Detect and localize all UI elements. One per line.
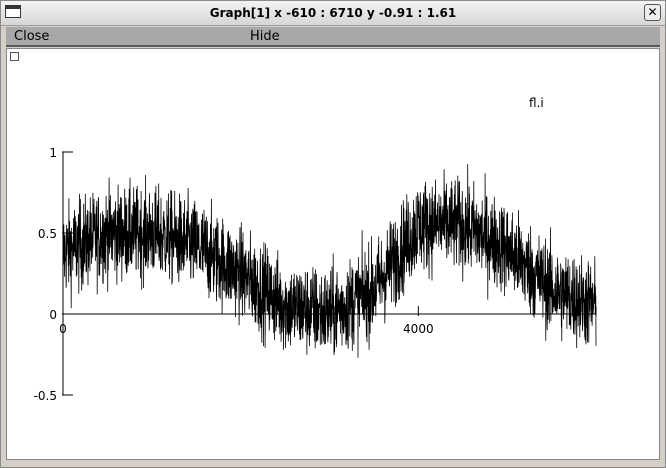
y-tick-label: 1 [49, 146, 57, 160]
graph-menu-box[interactable] [10, 52, 19, 61]
menu-bar: Close Hide [6, 27, 660, 47]
plot-area: 1 0.5 0 -0.5 0 4000 fl.i [34, 96, 597, 403]
graph-canvas[interactable]: 1 0.5 0 -0.5 0 4000 fl.i [6, 48, 660, 460]
title-bar[interactable]: Graph[1] x -610 : 6710 y -0.91 : 1.61 ✕ [1, 1, 665, 26]
y-tick-label: -0.5 [34, 389, 57, 403]
x-tick-label: 0 [59, 322, 67, 336]
close-window-icon[interactable]: ✕ [644, 4, 661, 21]
legend-label: fl.i [529, 96, 544, 110]
axes: 1 0.5 0 -0.5 0 4000 [34, 146, 597, 403]
series-fl-i [62, 164, 597, 358]
y-tick-label: 0 [49, 308, 57, 322]
y-tick-label: 0.5 [38, 227, 57, 241]
graph-window: Graph[1] x -610 : 6710 y -0.91 : 1.61 ✕ … [0, 0, 666, 468]
close-button[interactable]: Close [14, 29, 49, 44]
window-title: Graph[1] x -610 : 6710 y -0.91 : 1.61 [209, 6, 457, 20]
hide-button[interactable]: Hide [250, 29, 280, 44]
x-tick-label: 4000 [403, 322, 434, 336]
series-line [62, 164, 597, 358]
